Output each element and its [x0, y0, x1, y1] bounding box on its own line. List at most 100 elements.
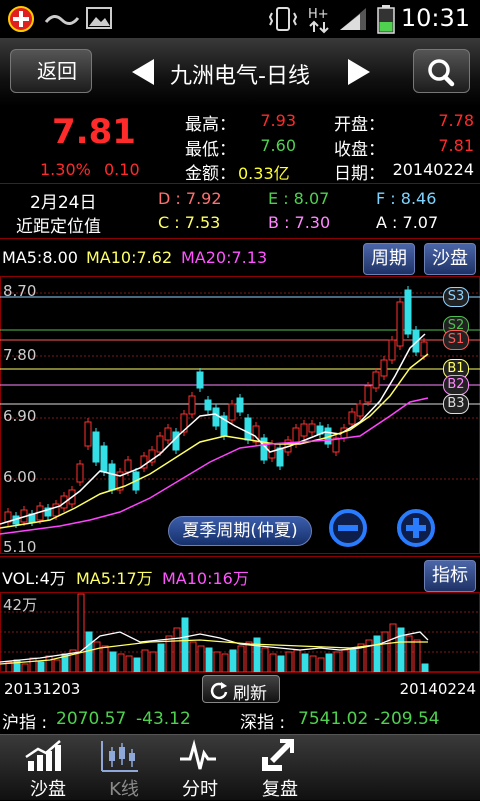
volume-bar: [317, 657, 325, 673]
level-f: F : 8.46: [376, 189, 437, 208]
volume-bar: [229, 649, 237, 673]
low-label: 最低：: [185, 140, 236, 160]
volume-bar: [93, 641, 101, 673]
volume-bar: [109, 651, 117, 673]
open-label: 开盘：: [334, 115, 385, 135]
gallery-icon: [86, 6, 112, 30]
ma5-legend: MA5:8.00: [2, 248, 78, 267]
period-button[interactable]: 周期: [363, 243, 415, 275]
volume-bar: [173, 627, 181, 673]
high-value: 7.93: [260, 111, 296, 130]
level-b: B : 7.30: [268, 213, 331, 232]
candle-body: [404, 289, 412, 335]
candle-body: [236, 397, 244, 413]
data-hplus-icon: H+: [306, 4, 334, 34]
volume-bar: [205, 647, 213, 673]
pulse-icon: [180, 739, 216, 770]
volume-bar: [237, 645, 245, 673]
candle-body: [356, 403, 364, 417]
candle-body: [228, 403, 236, 421]
volume-bar: [45, 655, 53, 673]
volume-bar: [37, 661, 45, 673]
candle-body: [420, 341, 428, 357]
volume-bar: [309, 655, 317, 673]
search-button[interactable]: [413, 49, 470, 93]
ma-legend-row: MA5:8.00 MA10:7.62 MA20:7.13 周期 沙盘: [0, 240, 480, 276]
sh-index-label: 沪指 :: [2, 713, 48, 733]
volume-bar: [413, 639, 421, 673]
candle-body: [124, 459, 132, 473]
volume-bar: [253, 637, 261, 673]
ma10-legend: MA10:7.62: [86, 248, 173, 267]
volume-bar: [261, 647, 269, 673]
indicator-button[interactable]: 指标: [424, 560, 476, 592]
candle-body: [388, 339, 396, 361]
sz-index-label: 深指 :: [240, 713, 286, 733]
season-button[interactable]: 夏季周期(仲夏): [168, 516, 312, 546]
volume-bar: [421, 663, 429, 673]
volume-bar: [269, 653, 277, 673]
candlestick-icon: [101, 741, 138, 772]
refresh-button[interactable]: 刷新: [202, 675, 280, 704]
change-value: 0.10: [104, 160, 140, 179]
candlestick-chart[interactable]: 8.70 7.80 6.90 6.00 5.10 S3 S2 S1 B1 B2 B3 夏季…: [0, 276, 480, 556]
volume-bar: [301, 653, 309, 673]
signal-strength-icon: [338, 6, 368, 32]
high-label: 最高：: [185, 115, 236, 135]
date-label: 日期：: [334, 164, 385, 184]
zoom-in-button[interactable]: [396, 508, 436, 548]
app-notification-icon: [6, 5, 36, 33]
date-value: 20140224: [392, 160, 474, 179]
sh-index-change: -43.12: [136, 709, 191, 729]
candle-body: [76, 463, 84, 483]
volume-bar: [277, 655, 285, 673]
sandpan-button[interactable]: 沙盘: [424, 243, 476, 275]
level-d: D : 7.92: [158, 189, 222, 208]
close-label: 收盘：: [334, 140, 385, 160]
candle-body: [276, 447, 284, 467]
volume-bar: [133, 657, 141, 673]
candle-body: [300, 423, 308, 437]
back-button[interactable]: 返回: [10, 49, 92, 93]
next-stock-arrow-icon[interactable]: [348, 59, 370, 85]
candle-body: [108, 463, 116, 491]
volume-bar: [125, 655, 133, 673]
volume-bar: [373, 635, 381, 673]
candle-body: [204, 399, 212, 411]
y-label-3: 6.00: [3, 468, 37, 486]
positioning-date: 2月24日: [30, 193, 97, 213]
open-value: 7.78: [438, 111, 474, 130]
vol-ma10-legend: MA10:16万: [162, 569, 249, 588]
candle-body: [100, 445, 108, 473]
candle-body: [196, 371, 204, 389]
volume-bar: [85, 631, 93, 673]
volume-chart[interactable]: 42万: [0, 592, 480, 673]
volume-bar: [77, 593, 85, 673]
candle-body: [396, 301, 404, 347]
candle-body: [364, 385, 372, 403]
sz-index-value: 7541.02: [298, 709, 369, 729]
zoom-out-button[interactable]: [328, 508, 368, 548]
sz-index-change: -209.54: [374, 709, 440, 729]
market-index-row: 沪指 : 2070.57 -43.12 深指 : 7541.02 -209.54: [0, 704, 480, 734]
volume-svg: [0, 592, 480, 673]
tab-replay[interactable]: 复盘: [232, 735, 328, 801]
volume-bar: [13, 659, 21, 673]
volume-bar: [197, 645, 205, 673]
clock: 10:31: [400, 4, 470, 32]
candle-body: [188, 395, 196, 415]
quote-panel: 7.81 1.30% 0.10 最高： 7.93 最低： 7.60 金额： 0.…: [0, 106, 480, 184]
level-badge-b2: B2: [443, 375, 469, 395]
previous-stock-arrow-icon[interactable]: [132, 59, 154, 85]
level-a: A : 7.07: [376, 213, 439, 232]
y-label-4: 5.10: [3, 538, 37, 556]
candle-body: [212, 407, 220, 427]
volume-bar: [213, 651, 221, 673]
y-label-1: 7.80: [3, 346, 37, 364]
candle-body: [156, 435, 164, 453]
refresh-label: 刷新: [233, 684, 267, 704]
low-value: 7.60: [260, 136, 296, 155]
volume-bar: [53, 659, 61, 673]
volume-bar: [157, 643, 165, 673]
current-price: 7.81: [52, 112, 136, 152]
